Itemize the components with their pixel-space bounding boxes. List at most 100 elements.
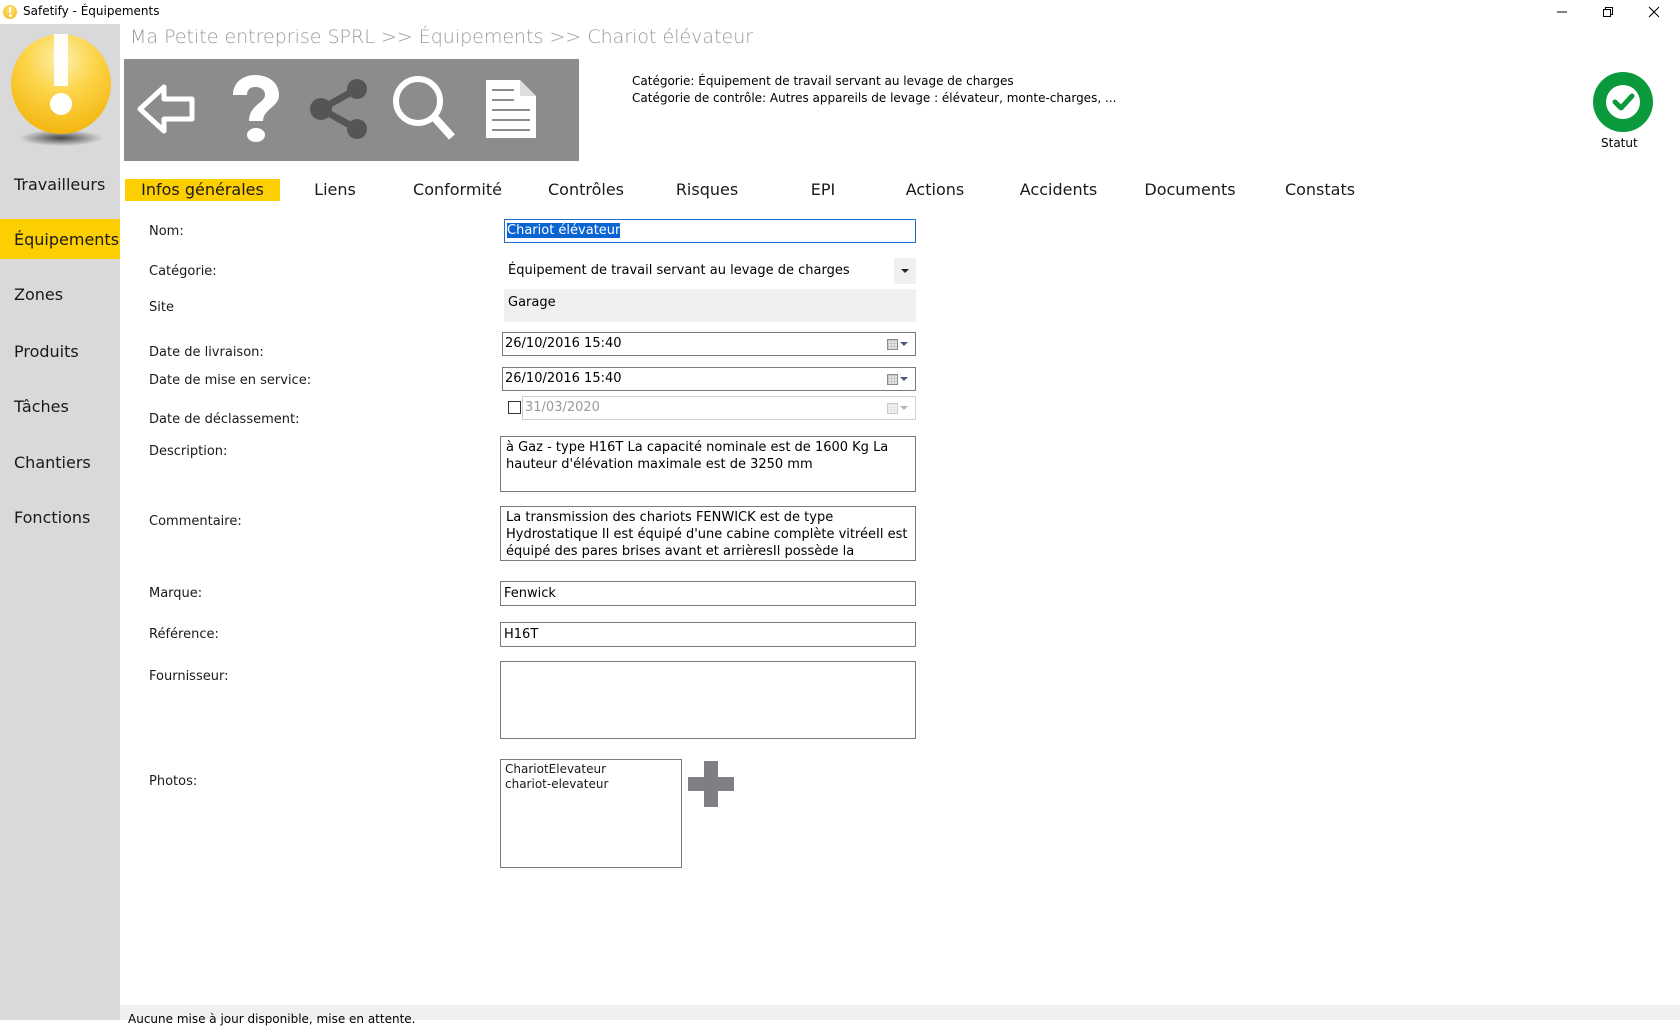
reference-input[interactable]: H16T	[500, 622, 916, 647]
chevron-down-icon	[900, 342, 908, 346]
nom-input[interactable]: Chariot élévateur	[504, 219, 916, 243]
sidebar-item-label: Chantiers	[14, 452, 91, 472]
sidebar-item-produits[interactable]: Produits	[0, 331, 120, 371]
help-icon	[233, 75, 279, 142]
tab-infos-generales[interactable]: Infos générales	[125, 179, 280, 201]
chevron-down-icon	[900, 377, 908, 381]
sidebar-item-label: Zones	[14, 284, 64, 304]
reference-value: H16T	[504, 627, 539, 642]
sidebar-item-label: Produits	[14, 341, 79, 361]
date-livraison-picker[interactable]: 26/10/2016 15:40	[502, 332, 916, 356]
site-label: Site	[149, 300, 174, 315]
calendar-dropdown-button	[887, 401, 911, 415]
search-icon	[393, 76, 455, 140]
close-button[interactable]	[1631, 0, 1677, 24]
date-declassement-picker[interactable]: 31/03/2020	[522, 396, 916, 420]
photos-label: Photos:	[149, 774, 198, 789]
close-icon	[1648, 6, 1660, 18]
sidebar-item-travailleurs[interactable]: Travailleurs	[0, 164, 120, 204]
restore-button[interactable]	[1585, 0, 1631, 24]
sidebar-item-label: Tâches	[14, 396, 69, 416]
document-icon	[486, 80, 536, 138]
sidebar-item-label: Équipements	[14, 229, 120, 249]
tab-conformite[interactable]: Conformité	[405, 179, 510, 201]
title-bar: Safetify - Équipements	[0, 0, 1680, 24]
fournisseur-textarea[interactable]	[500, 661, 916, 739]
safetify-logo-icon	[11, 34, 111, 146]
tab-risques[interactable]: Risques	[665, 179, 749, 201]
control-category-info: Catégorie de contrôle: Autres appareils …	[632, 91, 1117, 105]
nom-label: Nom:	[149, 224, 184, 239]
description-label: Description:	[149, 444, 228, 459]
photos-list[interactable]: ChariotElevateur chariot-elevateur	[500, 759, 682, 868]
sidebar-item-chantiers[interactable]: Chantiers	[0, 442, 120, 482]
nom-value: Chariot élévateur	[507, 223, 621, 238]
category-info: Catégorie: Équipement de travail servant…	[632, 74, 1014, 88]
description-textarea[interactable]: à Gaz - type H16T La capacité nominale e…	[500, 436, 916, 492]
status-bar-text: Aucune mise à jour disponible, mise en a…	[128, 1012, 416, 1026]
categorie-value: Équipement de travail servant au levage …	[508, 263, 850, 278]
marque-label: Marque:	[149, 586, 203, 601]
sidebar-item-fonctions[interactable]: Fonctions	[0, 497, 120, 537]
date-livraison-value: 26/10/2016 15:40	[505, 336, 622, 351]
site-field: Garage	[504, 289, 916, 322]
sidebar-item-zones[interactable]: Zones	[0, 274, 120, 314]
calendar-icon	[887, 373, 898, 385]
share-button[interactable]	[304, 73, 374, 145]
chevron-down-icon	[901, 268, 909, 273]
commentaire-label: Commentaire:	[149, 514, 242, 529]
back-arrow-icon	[137, 84, 195, 134]
tab-actions[interactable]: Actions	[895, 179, 975, 201]
list-item[interactable]: ChariotElevateur	[505, 762, 677, 777]
site-value: Garage	[508, 295, 556, 310]
restore-icon	[1603, 7, 1613, 17]
chevron-down-icon	[900, 406, 908, 410]
minimize-button[interactable]	[1539, 0, 1585, 24]
tab-epi[interactable]: EPI	[803, 179, 843, 201]
sidebar-item-equipements[interactable]: Équipements	[0, 219, 120, 259]
minimize-icon	[1557, 11, 1567, 13]
categorie-select[interactable]: Équipement de travail servant au levage …	[504, 258, 916, 284]
calendar-dropdown-button[interactable]	[887, 372, 911, 386]
plus-icon	[688, 761, 734, 807]
calendar-icon	[887, 338, 898, 350]
date-declassement-label: Date de déclassement:	[149, 412, 300, 427]
fournisseur-label: Fournisseur:	[149, 669, 229, 684]
toolbar	[124, 59, 579, 161]
tab-controles[interactable]: Contrôles	[537, 179, 635, 201]
categorie-dropdown-button[interactable]	[894, 258, 916, 284]
breadcrumb: Ma Petite entreprise SPRL >> Équipements…	[130, 26, 754, 48]
date-livraison-label: Date de livraison:	[149, 345, 264, 360]
tab-liens[interactable]: Liens	[305, 179, 365, 201]
commentaire-textarea[interactable]: La transmission des chariots FENWICK est…	[500, 506, 916, 561]
date-mise-service-label: Date de mise en service:	[149, 373, 312, 388]
calendar-dropdown-button[interactable]	[887, 337, 911, 351]
reference-label: Référence:	[149, 627, 219, 642]
sidebar-item-label: Travailleurs	[14, 174, 106, 194]
app-logo-icon	[3, 5, 17, 19]
help-button[interactable]	[220, 73, 290, 145]
tab-constats[interactable]: Constats	[1275, 179, 1365, 201]
date-mise-service-picker[interactable]: 26/10/2016 15:40	[502, 367, 916, 391]
share-icon	[310, 79, 367, 139]
window-title: Safetify - Équipements	[23, 4, 160, 18]
marque-value: Fenwick	[504, 586, 556, 601]
sidebar-item-taches[interactable]: Tâches	[0, 386, 120, 426]
date-declassement-value: 31/03/2020	[525, 400, 600, 415]
commentaire-value: La transmission des chariots FENWICK est…	[506, 510, 908, 559]
tab-documents[interactable]: Documents	[1135, 179, 1245, 201]
status-ok-icon[interactable]	[1592, 71, 1654, 133]
add-photo-button[interactable]	[688, 761, 734, 807]
date-mise-service-value: 26/10/2016 15:40	[505, 371, 622, 386]
status-label: Statut	[1601, 136, 1638, 150]
back-button[interactable]	[132, 73, 202, 145]
search-button[interactable]	[390, 73, 460, 145]
tab-accidents[interactable]: Accidents	[1011, 179, 1106, 201]
date-declassement-checkbox[interactable]	[508, 401, 521, 414]
list-item[interactable]: chariot-elevateur	[505, 777, 677, 792]
calendar-icon	[887, 402, 898, 414]
categorie-label: Catégorie:	[149, 264, 217, 279]
marque-input[interactable]: Fenwick	[500, 581, 916, 606]
document-button[interactable]	[476, 73, 546, 145]
sidebar-item-label: Fonctions	[14, 507, 91, 527]
